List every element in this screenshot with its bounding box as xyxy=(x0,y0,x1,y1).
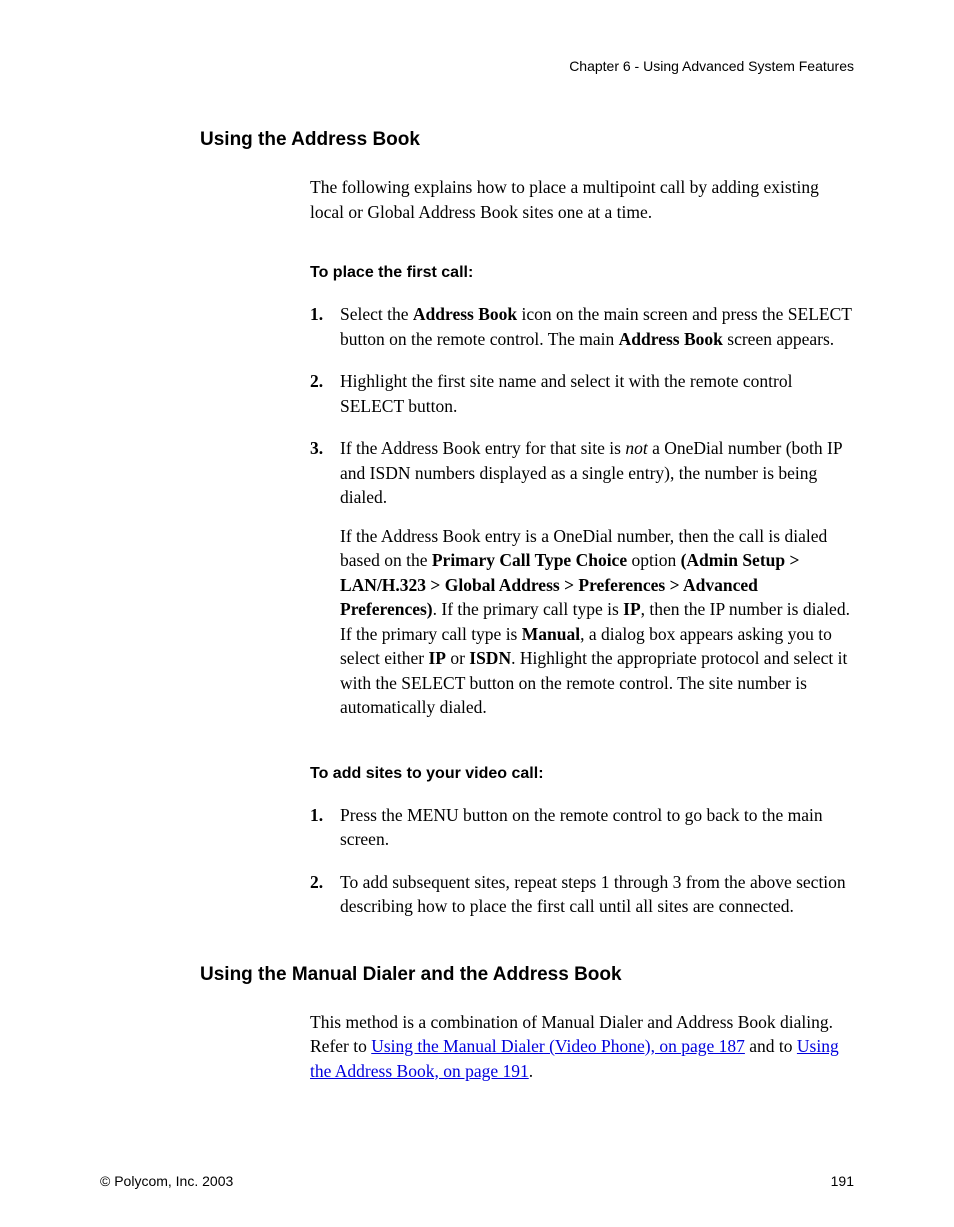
text-bold: Manual xyxy=(522,624,580,644)
footer-page-number: 191 xyxy=(831,1173,854,1189)
subsection-heading-add-sites: To add sites to your video call: xyxy=(310,765,854,783)
body-text-intro: The following explains how to place a mu… xyxy=(310,175,854,224)
numbered-list-add-sites: Press the MENU button on the remote cont… xyxy=(310,803,854,919)
list-item: If the Address Book entry for that site … xyxy=(310,436,854,720)
text-fragment: and to xyxy=(745,1036,797,1056)
text-bold: ISDN xyxy=(469,648,511,668)
section-add-sites: To add sites to your video call: Press t… xyxy=(100,765,854,919)
indented-paragraph: If the Address Book entry is a OneDial n… xyxy=(340,524,854,720)
chapter-header: Chapter 6 - Using Advanced System Featur… xyxy=(100,58,854,74)
text-fragment: . If the primary call type is xyxy=(433,599,624,619)
text-fragment: screen appears. xyxy=(723,329,834,349)
text-italic: not xyxy=(625,438,647,458)
text-bold: Address Book xyxy=(413,304,517,324)
list-item: Press the MENU button on the remote cont… xyxy=(310,803,854,852)
text-bold: IP xyxy=(623,599,641,619)
text-bold: Primary Call Type Choice xyxy=(432,550,627,570)
link-manual-dialer[interactable]: Using the Manual Dialer (Video Phone), o… xyxy=(371,1036,745,1056)
section-heading-manual-dialer: Using the Manual Dialer and the Address … xyxy=(200,964,854,986)
text-fragment: option xyxy=(627,550,680,570)
text-bold: Address Book xyxy=(619,329,723,349)
section-heading-address-book: Using the Address Book xyxy=(200,129,854,151)
subsection-heading-first-call: To place the first call: xyxy=(310,264,854,282)
list-item: To add subsequent sites, repeat steps 1 … xyxy=(310,870,854,919)
text-fragment: Select the xyxy=(340,304,413,324)
list-item: Highlight the first site name and select… xyxy=(310,369,854,418)
body-text-manual-dialer: This method is a combination of Manual D… xyxy=(310,1010,854,1084)
section-manual-dialer: Using the Manual Dialer and the Address … xyxy=(100,964,854,1084)
page-container: Chapter 6 - Using Advanced System Featur… xyxy=(0,0,954,1227)
text-bold: IP xyxy=(428,648,446,668)
footer: © Polycom, Inc. 2003 191 xyxy=(100,1173,854,1189)
text-fragment: or xyxy=(446,648,469,668)
text-fragment: If the Address Book entry for that site … xyxy=(340,438,625,458)
footer-copyright: © Polycom, Inc. 2003 xyxy=(100,1173,233,1189)
numbered-list-first-call: Select the Address Book icon on the main… xyxy=(310,302,854,720)
text-fragment: . xyxy=(529,1061,533,1081)
list-item: Select the Address Book icon on the main… xyxy=(310,302,854,351)
section-address-book: Using the Address Book The following exp… xyxy=(100,129,854,720)
